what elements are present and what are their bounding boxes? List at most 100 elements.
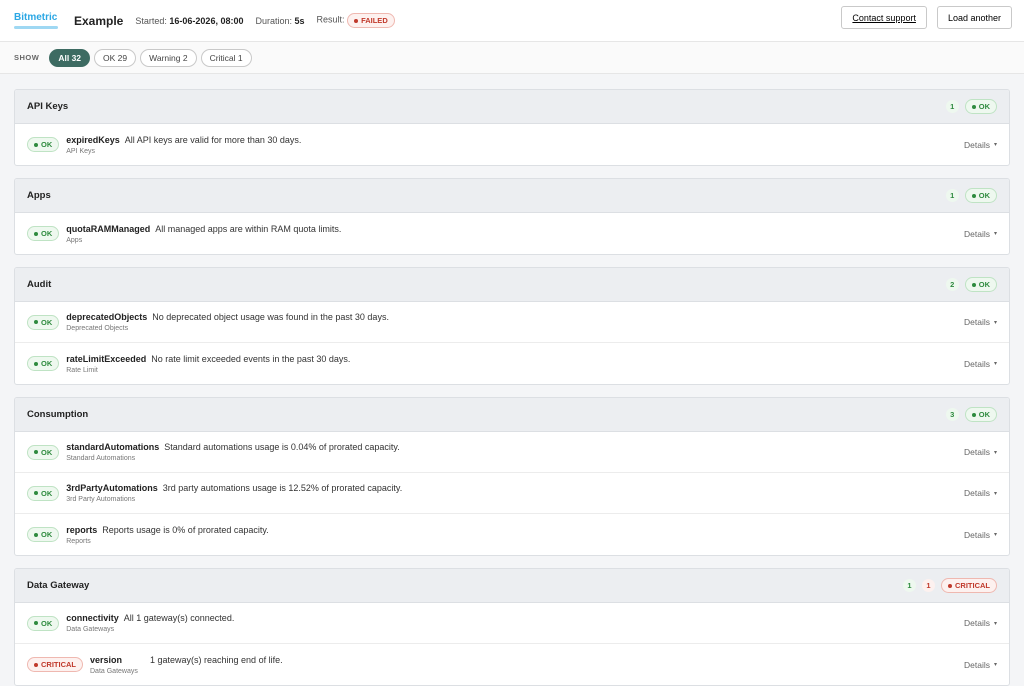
- status-dot-icon: [34, 662, 38, 667]
- details-label: Details: [964, 618, 990, 628]
- filter-chips: All 32 OK 29 Warning 2 Critical 1: [49, 48, 252, 67]
- result-label: Result:: [316, 14, 345, 25]
- check-message: All 1 gateway(s) connected.: [123, 613, 235, 623]
- check-message: All managed apps are within RAM quota li…: [155, 223, 342, 234]
- check-row: OK rateLimitExceeded No rate limit exceede…: [15, 343, 1009, 384]
- section-summary: 1 1 CRITICAL: [903, 578, 997, 593]
- results-list: API Keys 1 OK OK expiredKeys All API keys are…: [0, 74, 1024, 686]
- check-message: No rate limit exceeded events in the pas…: [151, 353, 351, 364]
- details-toggle[interactable]: Details ▾: [964, 488, 997, 498]
- caret-down-icon: ▾: [993, 231, 997, 237]
- status-dot-icon: [34, 532, 38, 537]
- section-status-badge-text: CRITICAL: [955, 581, 990, 590]
- section-header[interactable]: API Keys 1 OK: [15, 90, 1009, 124]
- status-dot-icon: [354, 18, 359, 23]
- check-category: API Keys: [66, 147, 96, 155]
- started-label: Started:: [135, 15, 167, 26]
- details-label: Details: [964, 447, 990, 457]
- status-dot-icon: [971, 282, 976, 287]
- check-status-badge: OK: [27, 226, 60, 241]
- details-label: Details: [964, 317, 990, 327]
- check-line: quotaRAMManaged All managed apps are with…: [66, 224, 964, 234]
- check-name: 3rdPartyAutomations: [66, 483, 158, 493]
- details-toggle[interactable]: Details ▾: [964, 317, 997, 327]
- critical-count: 1: [922, 579, 935, 592]
- section-status-badge-text: OK: [978, 280, 990, 289]
- check-name: version: [90, 654, 123, 665]
- details-toggle[interactable]: Details ▾: [964, 530, 997, 540]
- check-status-badge: OK: [27, 444, 60, 460]
- check-name: reports: [66, 524, 98, 535]
- check-status-badge: OK: [27, 356, 60, 371]
- details-label: Details: [964, 139, 990, 150]
- section-summary: 1 OK: [945, 188, 997, 203]
- details-toggle[interactable]: Details ▾: [964, 618, 997, 628]
- started-info: Started: 16-06-2026, 08:00: [135, 16, 243, 26]
- caret-down-icon: ▾: [993, 142, 997, 148]
- check-status-badge-text: OK: [41, 447, 53, 457]
- section-header[interactable]: Apps 1 OK: [15, 179, 1009, 213]
- section-header[interactable]: Data Gateway 1 1 CRITICAL: [15, 569, 1009, 603]
- check-category: Rate Limit: [66, 366, 98, 374]
- filter-chip[interactable]: Warning 2: [140, 48, 197, 67]
- status-dot-icon: [971, 412, 976, 417]
- check-row: OK deprecatedObjects No deprecated object …: [15, 302, 1009, 343]
- details-toggle[interactable]: Details ▾: [964, 660, 997, 670]
- section-title: Apps: [27, 190, 51, 201]
- check-status-badge-text: OK: [41, 530, 53, 539]
- brand-name: Bitmetric: [14, 11, 58, 23]
- duration-value: 5s: [294, 15, 305, 26]
- ok-count: 3: [945, 408, 959, 421]
- duration-label: Duration:: [255, 15, 292, 26]
- ok-count: 2: [945, 278, 959, 291]
- check-status-badge-text: OK: [41, 229, 53, 238]
- details-toggle[interactable]: Details ▾: [964, 447, 997, 457]
- filter-chip[interactable]: All 32: [49, 48, 91, 67]
- section-header[interactable]: Audit 2 OK: [15, 268, 1009, 302]
- brand-underline: [14, 25, 58, 29]
- details-toggle[interactable]: Details ▾: [964, 229, 997, 239]
- check-category: Data Gateways: [66, 626, 115, 633]
- details-toggle[interactable]: Details ▾: [964, 140, 997, 150]
- check-info: 3rdPartyAutomations 3rd party automations…: [66, 483, 964, 503]
- brand-logo[interactable]: Bitmetric: [14, 11, 60, 29]
- ok-count: 1: [903, 579, 916, 592]
- details-toggle[interactable]: Details ▾: [964, 359, 997, 369]
- filter-chip[interactable]: Critical 1: [200, 48, 252, 67]
- check-status-badge-text: OK: [41, 488, 53, 498]
- check-status-badge: CRITICAL: [27, 657, 83, 672]
- status-dot-icon: [34, 491, 38, 495]
- result-section: Apps 1 OK OK quotaRAMManaged All managed apps…: [14, 178, 1010, 255]
- check-line: reports Reports usage is 0% of prorated c…: [66, 525, 964, 535]
- section-status-badge: OK: [964, 407, 997, 422]
- section-title: Consumption: [27, 409, 89, 420]
- contact-support-button[interactable]: Contact support: [841, 6, 927, 29]
- result-value: FAILED: [361, 16, 388, 25]
- header-actions: Contact support Load another: [841, 6, 1012, 29]
- check-category: Standard Automations: [66, 455, 136, 462]
- check-name: connectivity: [66, 613, 119, 623]
- check-info: deprecatedObjects No deprecated object us…: [66, 312, 964, 332]
- result-section: Audit 2 OK OK deprecatedObjects No deprecated…: [14, 267, 1010, 385]
- caret-down-icon: ▾: [993, 620, 997, 627]
- status-dot-icon: [948, 583, 952, 588]
- result-section: API Keys 1 OK OK expiredKeys All API keys are…: [14, 89, 1010, 166]
- check-message: Standard automations usage is 0.04% of p…: [164, 442, 400, 452]
- filter-chip[interactable]: OK 29: [94, 48, 137, 67]
- filter-bar: SHOW All 32 OK 29 Warning 2 Critical 1: [0, 42, 1024, 74]
- section-status-badge: OK: [964, 188, 997, 203]
- load-another-button[interactable]: Load another: [936, 6, 1012, 29]
- details-label: Details: [964, 529, 990, 540]
- result-section: Data Gateway 1 1 CRITICAL OK connectivity All …: [14, 568, 1010, 686]
- duration-info: Duration: 5s: [255, 16, 304, 26]
- check-line: expiredKeys All API keys are valid for mo…: [66, 135, 964, 145]
- section-summary: 1 OK: [945, 99, 997, 114]
- details-label: Details: [964, 228, 990, 239]
- status-dot-icon: [34, 231, 38, 236]
- check-row: OK 3rdPartyAutomations 3rd party automatio…: [15, 473, 1009, 514]
- section-header[interactable]: Consumption 3 OK: [15, 398, 1009, 432]
- check-name: quotaRAMManaged: [66, 223, 151, 234]
- check-line: rateLimitExceeded No rate limit exceeded …: [66, 354, 964, 364]
- started-value: 16-06-2026, 08:00: [169, 15, 244, 26]
- status-dot-icon: [34, 361, 38, 366]
